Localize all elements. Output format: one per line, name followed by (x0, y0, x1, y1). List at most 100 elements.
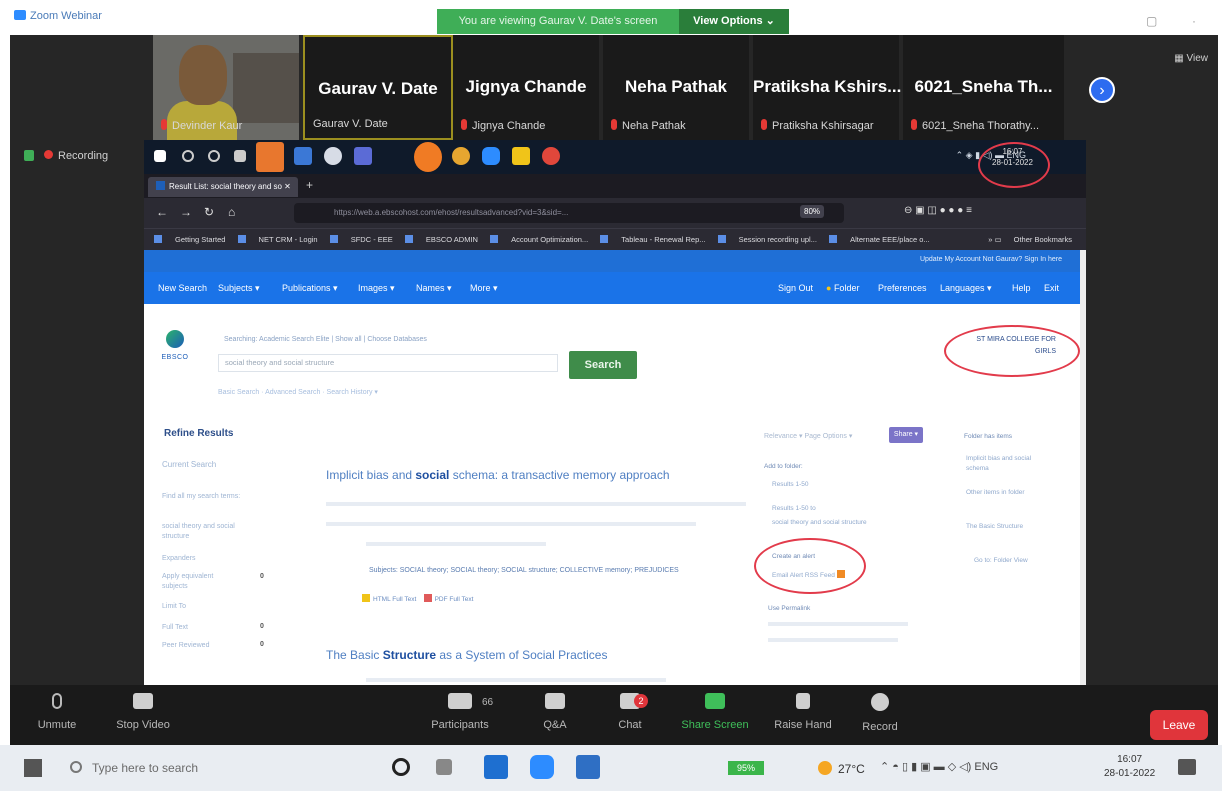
permalink-label[interactable]: Use Permalink (768, 604, 810, 614)
minimize-icon[interactable]: ▢ (1146, 14, 1157, 28)
folder-icon: ● (826, 283, 834, 293)
account-links[interactable]: Update My Account Not Gaurav? Sign In he… (920, 256, 1062, 263)
nav-names[interactable]: Names ▾ (416, 283, 452, 294)
raise-hand-button[interactable]: Raise Hand (768, 693, 838, 731)
bookmark-item[interactable]: Getting Started (154, 235, 225, 244)
nav-images[interactable]: Images ▾ (358, 283, 395, 294)
teams-icon (354, 147, 372, 165)
extension-icons[interactable]: ⊖ ▣ ◫ ● ● ● ≡ (904, 205, 972, 216)
bookmark-icon (329, 235, 338, 243)
url-bar[interactable]: https://web.a.ebscohost.com/ehost/result… (294, 203, 844, 223)
weather-widget[interactable]: 27°C (818, 761, 865, 776)
new-tab-icon[interactable]: + (306, 178, 313, 192)
qa-button[interactable]: Q&A (535, 693, 575, 731)
ebsco-logo[interactable]: EBSCO (158, 330, 192, 370)
browser-nav-bar: ← → ↻ ⌂ https://web.a.ebscohost.com/ehos… (144, 198, 1086, 228)
record-button[interactable]: Record (852, 693, 908, 733)
participant-tile[interactable]: Pratiksha Kshirs... Pratiksha Kshirsagar (753, 35, 903, 140)
scrollbar[interactable] (1080, 250, 1086, 695)
viewing-banner: You are viewing Gaurav V. Date's screen (437, 9, 679, 34)
search-options[interactable]: Basic Search · Advanced Search · Search … (218, 388, 378, 396)
task-view-icon[interactable] (436, 759, 452, 775)
participant-tile[interactable]: Devinder Kaur (153, 35, 303, 140)
close-icon[interactable]: · (1192, 14, 1196, 28)
participant-tile[interactable]: 6021_Sneha Th... 6021_Sneha Thorathy... (903, 35, 1068, 140)
bookmark-item[interactable]: SFDC - EEE (329, 235, 393, 244)
participant-tile[interactable]: Neha Pathak Neha Pathak (603, 35, 753, 140)
nav-languages[interactable]: Languages ▾ (940, 283, 992, 294)
folder-item[interactable]: Implicit bias and social schema (966, 454, 1046, 474)
view-options-button[interactable]: View Options ⌄ (679, 9, 789, 34)
result-subjects: Subjects: SOCIAL theory; SOCIAL theory; … (369, 567, 679, 574)
share-screen-button[interactable]: Share Screen (678, 693, 752, 731)
system-tray[interactable]: ⌃ ◓ ▯ ▮ ▣ ▬ ◇ ◁) ENG (880, 760, 998, 773)
taskbar-search[interactable]: Type here to search (62, 753, 382, 783)
participant-tile[interactable]: Jignya Chande Jignya Chande (453, 35, 603, 140)
sidebar-item[interactable]: Apply equivalent subjects (162, 572, 232, 592)
taskbar-clock[interactable]: 16:07 28-01-2022 (1104, 753, 1155, 781)
nav-more[interactable]: More ▾ (470, 283, 498, 294)
nav-folder[interactable]: ● Folder (826, 283, 859, 293)
html-full-text-link[interactable]: HTML Full Text (362, 594, 416, 603)
sidebar-item[interactable]: Peer Reviewed (162, 641, 209, 651)
bookmark-icon (237, 235, 246, 243)
sidebar-item[interactable]: Find all my search terms: (162, 492, 252, 502)
other-bookmarks[interactable]: » ▭ Other Bookmarks (978, 229, 1072, 250)
pdf-full-text-link[interactable]: PDF Full Text (423, 594, 473, 603)
nav-exit[interactable]: Exit (1044, 283, 1059, 293)
view-button[interactable]: ▦ View (1174, 53, 1208, 64)
record-app-icon (542, 147, 560, 165)
bookmark-item[interactable]: EBSCO ADMIN (404, 235, 478, 244)
sidebar-count: 0 (260, 641, 264, 648)
nav-sign-out[interactable]: Sign Out (778, 283, 813, 293)
browser-tab[interactable]: Result List: social theory and so ✕ (148, 177, 298, 197)
folder-item[interactable]: Other items in folder (966, 488, 1046, 498)
ebsco-nav: New Search Subjects ▾ Publications ▾ Ima… (144, 272, 1086, 304)
home-icon[interactable]: ⌂ (228, 205, 235, 219)
search-input[interactable]: social theory and social structure (218, 354, 558, 372)
zoom-level: 80% (800, 205, 825, 218)
cortana-icon[interactable] (392, 758, 410, 776)
battery-indicator[interactable]: 95% (728, 761, 764, 775)
ebsco-favicon (156, 181, 165, 190)
unmute-button[interactable]: Unmute (32, 693, 82, 731)
next-page-icon[interactable]: › (1089, 77, 1115, 103)
nav-subjects[interactable]: Subjects ▾ (218, 283, 260, 294)
zoom-app-icon[interactable] (530, 755, 554, 779)
folder-view-link[interactable]: Go to: Folder View (974, 556, 1028, 566)
photos-app-icon[interactable] (484, 755, 508, 779)
outlook-app-icon[interactable] (576, 755, 600, 779)
add-to-folder-item[interactable]: Results 1-50 (772, 480, 809, 490)
add-to-folder-item[interactable]: social theory and social structure (772, 518, 867, 528)
bookmark-item[interactable]: Session recording upl... (717, 235, 817, 244)
share-button[interactable]: Share ▾ (889, 427, 923, 443)
nav-preferences[interactable]: Preferences (878, 283, 927, 293)
result-title[interactable]: The Basic Structure as a System of Socia… (326, 648, 607, 662)
bookmark-icon (490, 235, 499, 243)
sidebar-item: Limit To (162, 603, 186, 610)
reload-icon[interactable]: ↻ (204, 205, 214, 219)
notification-icon[interactable] (1178, 759, 1196, 775)
search-button[interactable]: Search (569, 351, 637, 379)
search-icon (182, 150, 194, 162)
bookmark-item[interactable]: Account Optimization... (490, 235, 588, 244)
nav-publications[interactable]: Publications ▾ (282, 283, 338, 294)
nav-new-search[interactable]: New Search (158, 283, 207, 293)
result-title[interactable]: Implicit bias and social schema: a trans… (326, 468, 670, 482)
windows-start-icon[interactable] (24, 759, 42, 777)
participant-tile-active[interactable]: Gaurav V. Date Gaurav V. Date (303, 35, 453, 140)
sort-options[interactable]: Relevance ▾ Page Options ▾ (764, 432, 852, 440)
forward-icon[interactable]: → (180, 205, 192, 219)
bookmark-item[interactable]: Alternate EEE/place o... (829, 235, 930, 244)
stop-video-button[interactable]: Stop Video (108, 693, 178, 731)
bookmark-item[interactable]: Tableau - Renewal Rep... (600, 235, 706, 244)
sidebar-item[interactable]: Full Text (162, 623, 188, 633)
leave-button[interactable]: Leave (1150, 710, 1208, 740)
bookmark-item[interactable]: NET CRM - Login (237, 235, 318, 244)
edge-icon (324, 147, 342, 165)
back-icon[interactable]: ← (156, 205, 168, 219)
folder-item[interactable]: The Basic Structure (966, 522, 1046, 532)
sidebar-item[interactable]: social theory and social structure (162, 522, 252, 542)
add-to-folder-item[interactable]: Results 1-50 to (772, 504, 816, 514)
nav-help[interactable]: Help (1012, 283, 1031, 293)
